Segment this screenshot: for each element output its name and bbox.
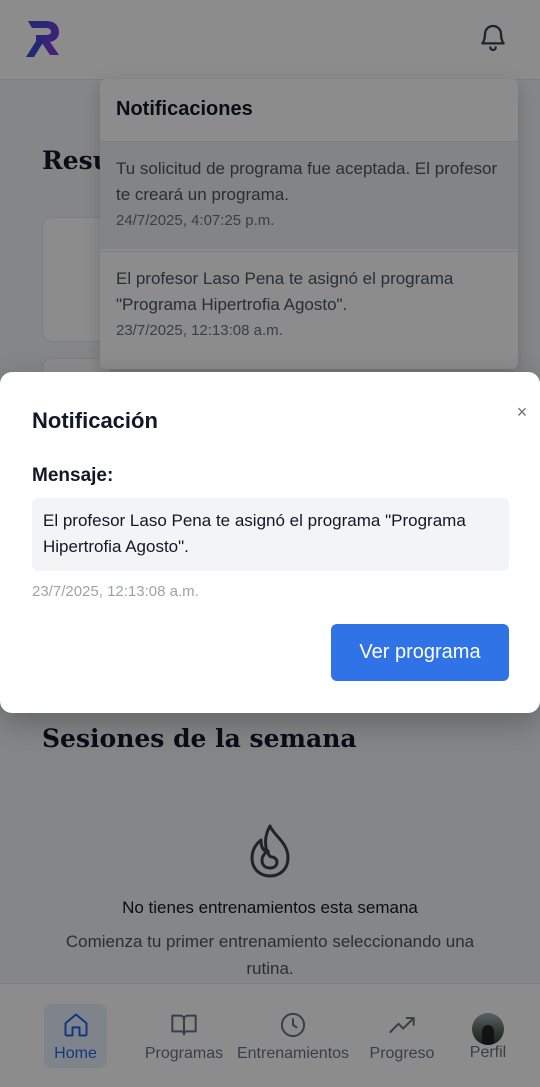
close-icon[interactable]: × xyxy=(512,402,532,422)
view-program-button[interactable]: Ver programa xyxy=(331,624,509,681)
message-label: Mensaje: xyxy=(32,465,114,486)
message-box: El profesor Laso Pena te asignó el progr… xyxy=(32,498,509,571)
notification-modal: Notificación × Mensaje: El profesor Laso… xyxy=(0,372,540,713)
message-time: 23/7/2025, 12:13:08 a.m. xyxy=(32,583,199,600)
modal-title: Notificación xyxy=(32,408,158,433)
